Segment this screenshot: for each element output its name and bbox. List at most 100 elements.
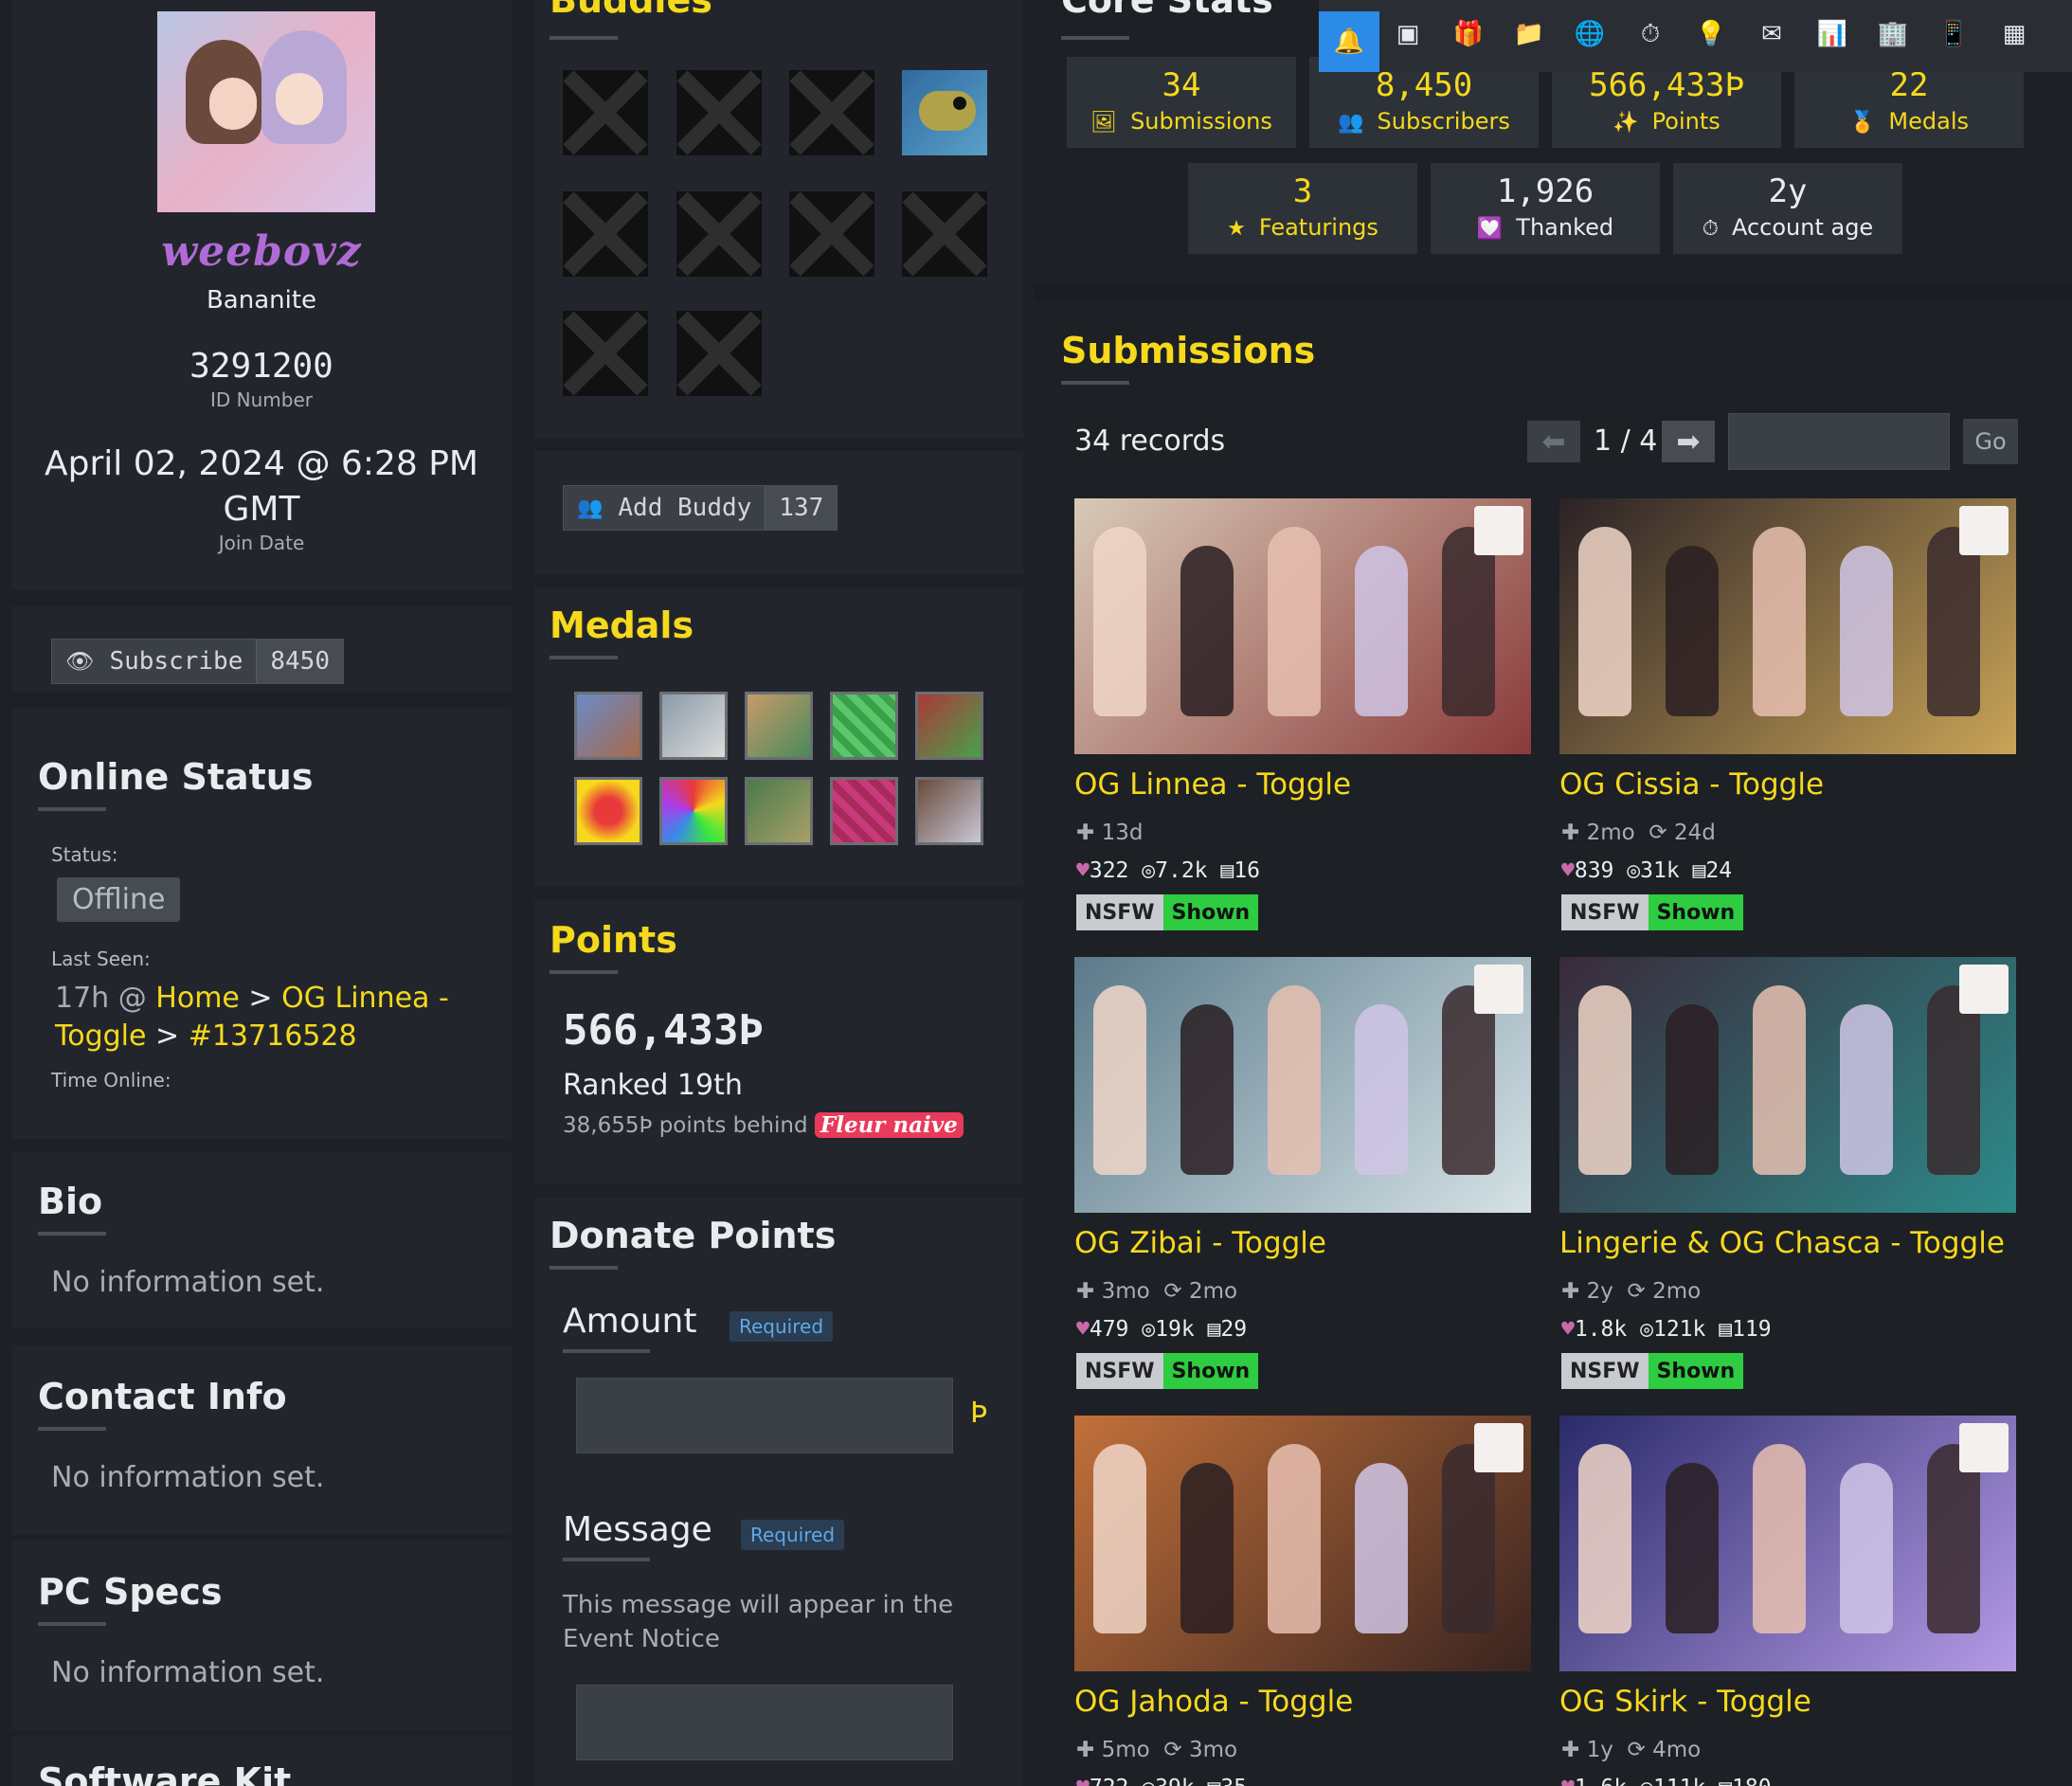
submission-title[interactable]: OG Zibai - Toggle <box>1074 1226 1326 1260</box>
submission-title[interactable]: Lingerie & OG Chasca - Toggle <box>1559 1226 2005 1260</box>
submission-title[interactable]: OG Linnea - Toggle <box>1074 767 1351 802</box>
submission-title[interactable]: OG Skirk - Toggle <box>1559 1685 1811 1719</box>
bell-icon[interactable]: 🔔 <box>1319 11 1379 72</box>
medal-icon[interactable] <box>659 777 728 845</box>
submission-card[interactable]: OG Jahoda - Toggle ✚ 5mo ⟳ 3mo ♥722 ◎39k ▤… <box>1074 1416 1531 1786</box>
updated: 3mo <box>1188 1738 1238 1762</box>
submission-title[interactable]: OG Jahoda - Toggle <box>1074 1685 1353 1719</box>
buddy-avatar-missing[interactable] <box>563 191 648 277</box>
grid-icon[interactable]: ▦ <box>1993 13 2035 55</box>
shown-label: Shown <box>1162 894 1259 930</box>
heart-icon: ♥ <box>1561 1776 1575 1786</box>
building-icon[interactable]: 🏢 <box>1872 13 1914 55</box>
nsfw-tag[interactable]: NSFW Shown <box>1076 1353 1259 1389</box>
buddies-title: Buddies <box>550 0 712 21</box>
medal-icon[interactable] <box>574 777 642 845</box>
plus-icon: ✚ <box>1561 1738 1580 1762</box>
page-indicator: 1 / 4 <box>1594 424 1658 458</box>
shown-label: Shown <box>1648 1353 1744 1389</box>
stat-card[interactable]: 2y ⏱ Account age <box>1673 163 1902 254</box>
medal-icon[interactable] <box>745 777 813 845</box>
submissions-panel: Submissions 34 records ⬅ 1 / 4 ➡ Go OG L… <box>1035 301 2072 1786</box>
crumb-id-link[interactable]: #13716528 <box>189 1019 357 1053</box>
buddy-avatar-missing[interactable] <box>676 191 762 277</box>
plus-icon: ✚ <box>1076 1279 1095 1304</box>
nsfw-tag[interactable]: NSFW Shown <box>1561 894 1744 930</box>
submission-card[interactable]: OG Cissia - Toggle ✚ 2mo ⟳ 24d ♥839 ◎31k ▤… <box>1559 498 2016 944</box>
update-icon: ⟳ <box>1627 1279 1646 1304</box>
nsfw-tag[interactable]: NSFW Shown <box>1561 1353 1744 1389</box>
page-number-input[interactable] <box>1728 413 1950 470</box>
medal-icon[interactable] <box>659 692 728 760</box>
phone-icon[interactable]: 📱 <box>1933 13 1974 55</box>
comments-icon: ▤ <box>1220 858 1234 883</box>
submission-title[interactable]: OG Cissia - Toggle <box>1559 767 1824 802</box>
buddy-avatar-missing[interactable] <box>789 191 874 277</box>
likes: 1.6k <box>1575 1776 1627 1786</box>
message-input[interactable] <box>576 1685 953 1760</box>
rival-user-link[interactable]: Fleur naive <box>814 1112 964 1138</box>
subscribe-button[interactable]: 👁 Subscribe 8450 <box>51 639 344 684</box>
heart-icon: ♥ <box>1561 858 1575 883</box>
stat-card[interactable]: 1,926 💟 Thanked <box>1431 163 1660 254</box>
buddy-avatar[interactable] <box>902 70 987 155</box>
submission-thumbnail[interactable] <box>1074 957 1531 1213</box>
submission-card[interactable]: OG Zibai - Toggle ✚ 3mo ⟳ 2mo ♥479 ◎19k ▤2… <box>1074 957 1531 1402</box>
submission-card[interactable]: OG Linnea - Toggle ✚ 13d ♥322 ◎7.2k ▤16 NSF… <box>1074 498 1531 944</box>
medal-icon[interactable] <box>830 777 898 845</box>
nsfw-label: NSFW <box>1076 894 1163 930</box>
mail-icon[interactable]: ✉ <box>1751 13 1793 55</box>
gift-icon[interactable]: 🎁 <box>1448 13 1489 55</box>
submission-thumbnail[interactable] <box>1559 1416 2016 1671</box>
views-icon: ◎ <box>1640 1317 1653 1342</box>
views: 111k <box>1653 1776 1705 1786</box>
star-icon: ★ <box>1227 217 1246 241</box>
medal-icon[interactable] <box>915 777 983 845</box>
crumb-home-link[interactable]: Home <box>155 982 240 1015</box>
stat-value: 22 <box>1889 66 1929 104</box>
contact-text: No information set. <box>51 1461 325 1494</box>
avatar[interactable] <box>157 11 375 212</box>
author-badge-icon <box>1959 1423 2009 1472</box>
message-label: Message <box>563 1510 712 1549</box>
medal-icon[interactable] <box>830 692 898 760</box>
globe-icon[interactable]: 🌐 <box>1569 13 1611 55</box>
amount-input[interactable] <box>576 1378 953 1453</box>
shown-label: Shown <box>1162 1353 1259 1389</box>
submission-thumbnail[interactable] <box>1559 957 2016 1213</box>
medal-icon[interactable] <box>915 692 983 760</box>
user-logo: weebovz <box>161 227 362 276</box>
add-buddy-button[interactable]: 👥 Add Buddy 137 <box>563 485 838 531</box>
clock-icon[interactable]: ⏱ <box>1630 13 1671 55</box>
prev-page-button[interactable]: ⬅ <box>1527 421 1580 462</box>
buddy-count: 137 <box>765 486 838 530</box>
submission-thumbnail[interactable] <box>1074 498 1531 754</box>
subscribe-count: 8450 <box>256 640 343 683</box>
submission-thumbnail[interactable] <box>1559 498 2016 754</box>
points-behind-text: 38,655Þ points behind <box>563 1113 808 1138</box>
buddy-avatar-missing[interactable] <box>563 311 648 396</box>
chart-icon[interactable]: 📊 <box>1811 13 1853 55</box>
bulb-icon[interactable]: 💡 <box>1690 13 1732 55</box>
buddy-avatar-missing[interactable] <box>902 191 987 277</box>
views-icon: ◎ <box>1142 858 1156 883</box>
submission-thumbnail[interactable] <box>1074 1416 1531 1671</box>
folder-icon[interactable]: 📁 <box>1508 13 1550 55</box>
age: 2y <box>1586 1279 1613 1304</box>
no-image-icon[interactable]: ▣ <box>1387 13 1429 55</box>
stat-card[interactable]: 34 🖼 Submissions <box>1067 57 1296 148</box>
buddy-avatar-missing[interactable] <box>676 70 762 155</box>
go-button[interactable]: Go <box>1963 419 2018 464</box>
medal-icon[interactable] <box>574 692 642 760</box>
buddy-avatar-missing[interactable] <box>676 311 762 396</box>
bio-panel: Bio No information set. <box>11 1152 512 1328</box>
submission-card[interactable]: Lingerie & OG Chasca - Toggle ✚ 2y ⟳ 2mo ♥… <box>1559 957 2016 1402</box>
buddy-avatar-missing[interactable] <box>789 70 874 155</box>
medal-icon[interactable] <box>745 692 813 760</box>
buddy-avatar-missing[interactable] <box>563 70 648 155</box>
likes: 722 <box>1090 1776 1129 1786</box>
submission-card[interactable]: OG Skirk - Toggle ✚ 1y ⟳ 4mo ♥1.6k ◎111k ▤… <box>1559 1416 2016 1786</box>
next-page-button[interactable]: ➡ <box>1662 421 1715 462</box>
nsfw-tag[interactable]: NSFW Shown <box>1076 894 1259 930</box>
stat-card[interactable]: 3 ★ Featurings <box>1188 163 1417 254</box>
